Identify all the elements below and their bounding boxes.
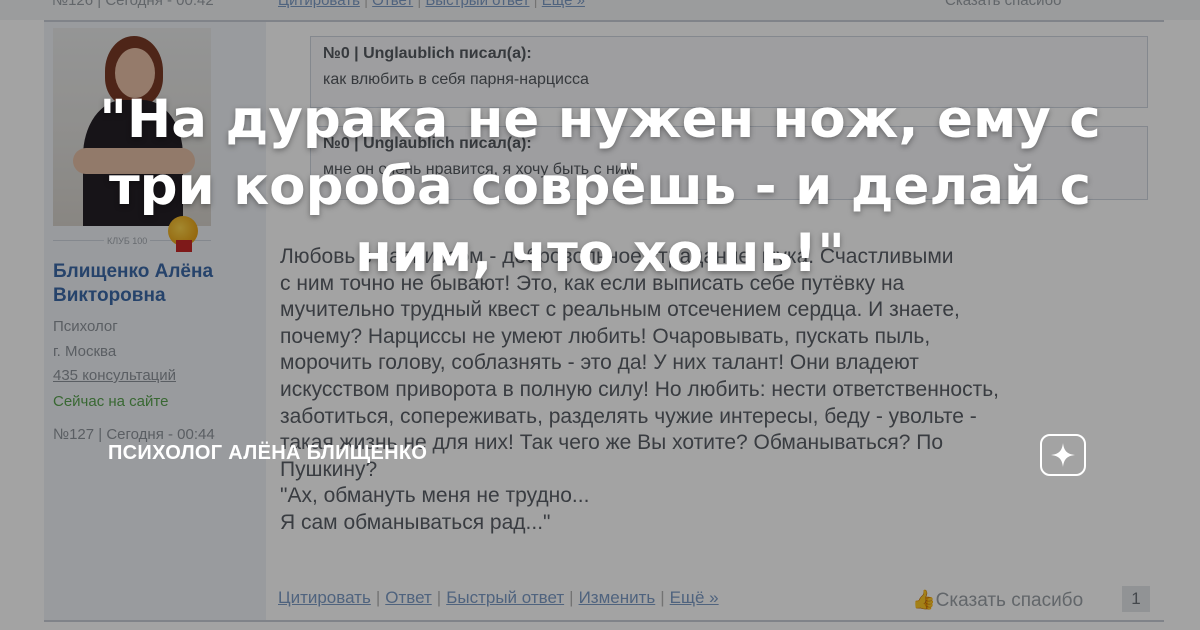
sparkle-button[interactable] xyxy=(1040,434,1086,476)
channel-name[interactable]: ПСИХОЛОГ АЛЁНА БЛИЩЕНКО xyxy=(108,442,427,465)
sparkle-icon xyxy=(1051,443,1075,467)
headline: "На дурака не нужен нож, ему с три короб… xyxy=(99,89,1101,284)
card-stage: №126 | Сегодня - 00:42 Цитировать | Отве… xyxy=(0,0,1200,630)
